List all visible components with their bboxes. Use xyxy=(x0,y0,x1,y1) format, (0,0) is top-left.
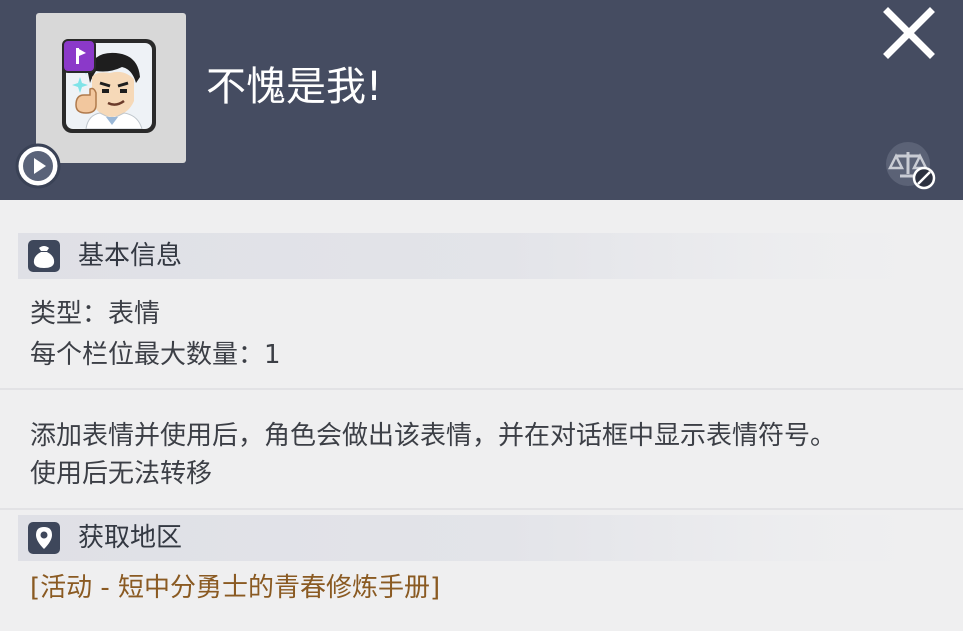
item-detail-panel: 不愧是我! 基本信息 类型：表情 每个栏位最大数量：1 添加表情并使用后，角色会… xyxy=(0,0,963,631)
section-divider xyxy=(0,388,963,390)
untradeable-scale-icon xyxy=(882,140,938,192)
basic-info-heading: 基本信息 xyxy=(78,241,183,271)
acquire-region-heading: 获取地区 xyxy=(78,523,183,553)
item-header: 不愧是我! xyxy=(0,0,963,200)
acquire-source-link[interactable]: [活动 - 短中分勇士的青春修炼手册] xyxy=(30,568,440,608)
item-type-text: 类型：表情 xyxy=(30,299,161,329)
acquire-region-header: 获取地区 xyxy=(18,515,908,561)
item-title: 不愧是我! xyxy=(206,64,383,110)
max-per-slot-text: 每个栏位最大数量：1 xyxy=(30,340,281,370)
emote-thumbnail xyxy=(36,13,186,163)
section-divider xyxy=(0,508,963,510)
bag-icon xyxy=(28,240,60,272)
description-line-2: 使用后无法转移 xyxy=(30,459,213,489)
description-line-1: 添加表情并使用后，角色会做出该表情，并在对话框中显示表情符号。 xyxy=(30,421,837,451)
play-circle-icon[interactable] xyxy=(14,142,62,190)
basic-info-header: 基本信息 xyxy=(18,233,908,279)
location-pin-icon xyxy=(28,522,60,554)
emote-type-badge xyxy=(62,39,96,73)
close-x-icon[interactable] xyxy=(880,6,936,62)
